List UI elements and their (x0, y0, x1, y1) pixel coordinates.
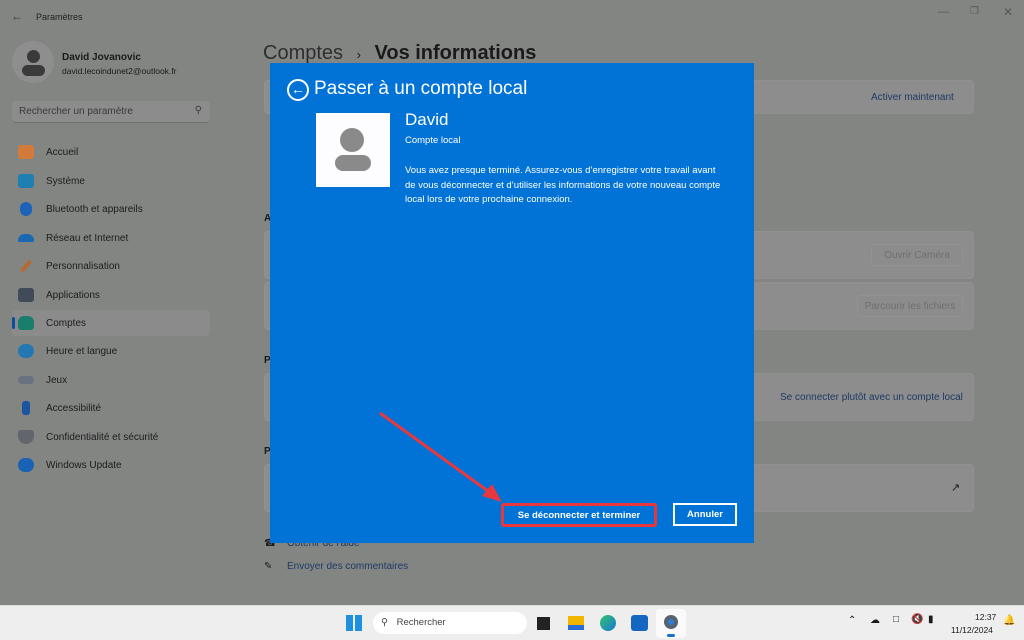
show-hidden-icons[interactable]: ⌃ (848, 615, 856, 626)
task-view-icon[interactable] (537, 617, 550, 630)
clock-time[interactable]: 12:37 (975, 612, 996, 622)
search-icon: ⚲ (381, 617, 388, 628)
outlook-icon[interactable] (631, 615, 648, 631)
notifications-bell-icon[interactable]: 🔔 (1003, 615, 1015, 626)
volume-muted-icon[interactable]: 🔇 (911, 614, 923, 625)
taskbar-search-placeholder: Rechercher (396, 617, 446, 628)
annotation-arrow (379, 411, 502, 502)
edge-icon[interactable] (600, 615, 616, 631)
settings-app-icon[interactable] (656, 609, 686, 638)
onedrive-icon[interactable]: ☁ (870, 615, 880, 626)
file-explorer-icon[interactable] (568, 616, 584, 630)
taskbar: ⚲ Rechercher ⌃ ☁ □ 🔇 ▮ 12:37 11/12/2024 … (0, 605, 1024, 640)
network-icon[interactable]: □ (893, 614, 899, 625)
clock-date[interactable]: 11/12/2024 (951, 625, 993, 635)
taskbar-search[interactable]: ⚲ Rechercher (373, 612, 527, 634)
battery-icon[interactable]: ▮ (928, 614, 934, 625)
start-button[interactable] (346, 615, 362, 631)
